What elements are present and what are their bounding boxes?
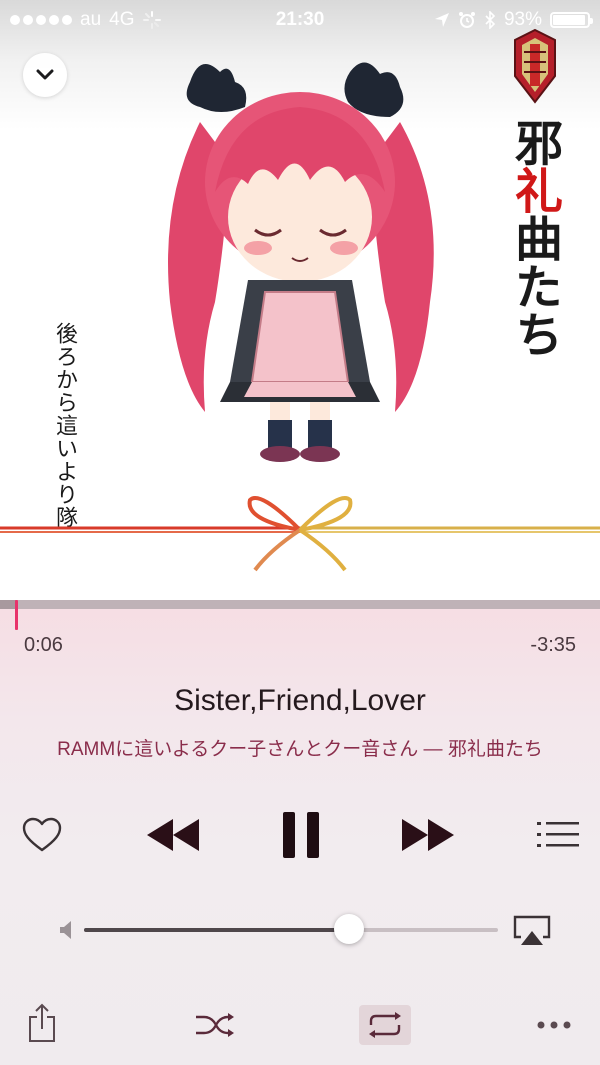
signal-strength-icon [10,15,72,25]
activity-spinner-icon [142,11,161,29]
share-icon [29,1003,55,1042]
share-button[interactable] [26,1002,58,1044]
heart-icon [22,817,62,852]
remaining-time: -3:35 [530,634,576,656]
battery-level-fill [553,15,585,25]
carrier-label: au [80,9,102,30]
shuffle-icon [196,1013,234,1037]
up-next-list-button[interactable] [536,816,580,854]
location-icon [434,13,449,27]
fast-forward-icon [402,819,454,851]
album-title-char: た [506,262,562,310]
album-title-char: ち [506,310,562,358]
album-title-char: 礼 [506,166,562,214]
chevron-down-icon [36,69,54,80]
album-title-char: 邪 [506,118,562,166]
album-artwork: 邪礼曲たち 後ろから這いより隊 [0,0,600,600]
rewind-icon [147,819,199,851]
track-artist-album[interactable]: RAMMに這いよるクー子さんとクー音さん — 邪礼曲たち [0,734,600,761]
mizuhiki-ornament [0,496,600,572]
pause-icon [283,812,319,858]
airplay-button[interactable] [512,914,552,948]
love-button[interactable] [20,813,64,857]
progress-handle[interactable] [15,600,19,630]
pause-button[interactable] [276,806,326,864]
progress-fill [0,600,17,609]
airplay-icon [513,915,551,945]
list-icon [537,822,579,847]
more-button[interactable] [532,1012,576,1038]
network-label: 4G [109,9,135,30]
character-illustration [168,62,434,462]
shuffle-button[interactable] [193,1007,237,1043]
fast-forward-button[interactable] [398,812,458,858]
status-left: au 4G [10,9,161,31]
rewind-button[interactable] [143,812,203,858]
progress-scrubber[interactable] [0,600,600,609]
battery-icon [550,12,593,28]
track-title: Sister,Friend,Lover [174,684,426,717]
more-icon [537,1021,571,1029]
volume-fill [84,928,349,932]
repeat-icon [369,1012,401,1038]
player-controls-panel: 0:06 -3:35 Sister,Friend,Lover RAMMに這いよる… [0,600,600,1065]
elapsed-time: 0:06 [24,634,63,656]
album-title-char: 曲 [506,214,562,262]
status-right: 93% [434,9,593,31]
battery-percent: 93% [503,9,542,30]
collapse-player-button[interactable] [23,53,67,97]
volume-low-indicator [56,917,78,943]
volume-knob[interactable] [333,914,364,944]
album-title-vertical: 邪礼曲たち [506,118,562,358]
speaker-icon [60,921,71,939]
volume-slider[interactable] [84,914,498,944]
alarm-icon [458,12,475,28]
repeat-button[interactable] [359,1005,411,1045]
bluetooth-icon [485,11,496,29]
status-bar: au 4G 21:30 93% [0,0,600,40]
